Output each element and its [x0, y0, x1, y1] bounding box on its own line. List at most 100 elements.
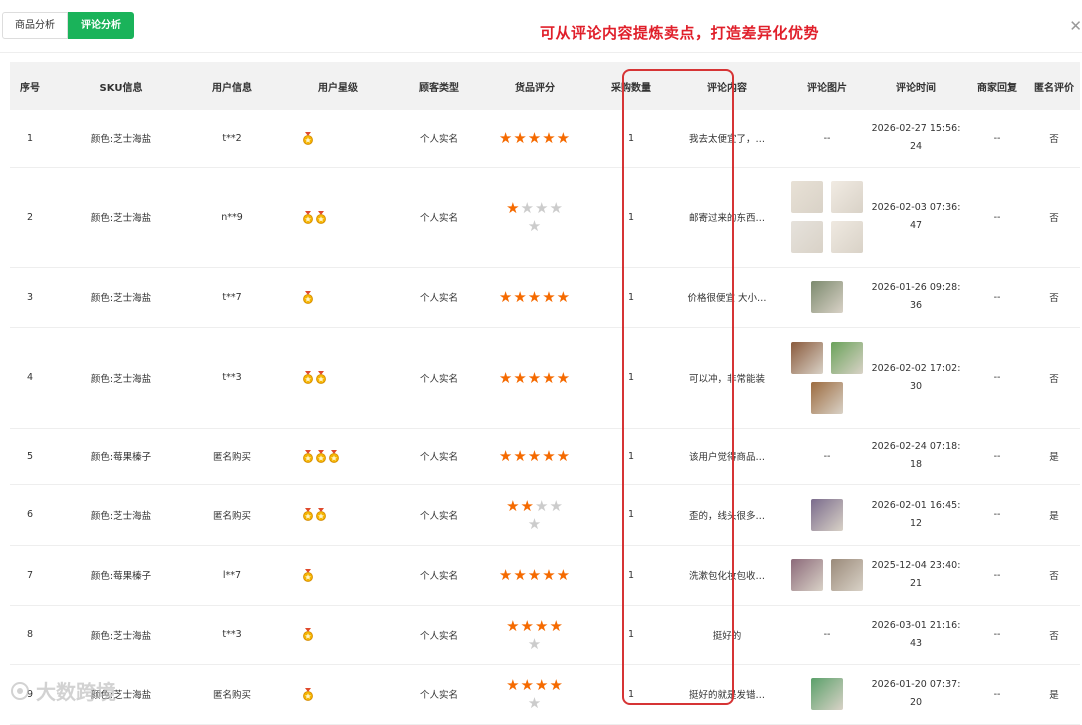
sku-info: 颜色:芝士海盐	[50, 605, 192, 665]
star-icon: ★	[556, 288, 572, 306]
star-icon: ★	[513, 129, 528, 148]
tab-product-analysis[interactable]: 商品分析	[2, 12, 68, 39]
comment-text[interactable]: 洗漱包化妆包收…	[666, 545, 788, 606]
purchase-quantity: 1	[596, 267, 666, 328]
image-list	[788, 277, 866, 317]
comment-images: --	[788, 605, 866, 665]
product-rating: ★★★★★	[474, 110, 596, 168]
close-icon[interactable]: ✕	[1069, 17, 1082, 35]
medal-icon	[316, 210, 326, 224]
annotation-headline: 可从评论内容提炼卖点，打造差异化优势	[540, 24, 820, 42]
rating-stars: ★★★★★	[474, 447, 596, 465]
star-icon: ★	[542, 288, 557, 306]
comment-images: --	[788, 428, 866, 485]
star-icon: ★	[527, 566, 543, 584]
anonymous-flag: 是	[1028, 664, 1080, 725]
review-image-thumbnail[interactable]	[831, 341, 863, 374]
comment-text[interactable]: 可以冲，非常能装	[666, 327, 788, 429]
comment-text[interactable]: 价格很便宜 大小…	[666, 267, 788, 328]
table-row: 4 颜色:芝士海盐 t**3 个人实名 ★★★★★ 1 可以冲，非常能装 2026-02-02…	[10, 327, 1080, 429]
comment-time-seconds: 24	[909, 141, 923, 153]
user-level	[272, 545, 404, 606]
comment-text[interactable]: 歪的，线头很多…	[666, 484, 788, 546]
comment-images	[788, 545, 866, 606]
comment-time-seconds: 20	[909, 697, 923, 708]
merchant-reply: --	[966, 664, 1028, 725]
purchase-quantity: 1	[596, 110, 666, 168]
merchant-reply: --	[966, 167, 1028, 268]
review-image-thumbnail[interactable]	[811, 498, 843, 531]
user-info: 匿名购买	[192, 484, 272, 546]
star-icon: ★	[535, 616, 550, 635]
comment-time-seconds: 30	[909, 380, 923, 392]
user-level	[272, 267, 404, 328]
review-image-thumbnail[interactable]	[831, 221, 863, 253]
anonymous-flag: 否	[1028, 267, 1080, 328]
image-list	[788, 495, 866, 535]
star-icon: ★	[549, 616, 564, 635]
review-image-thumbnail[interactable]	[791, 341, 823, 374]
comment-time: 2026-01-26 09:28: 36	[866, 267, 966, 328]
user-info: t**2	[192, 110, 272, 168]
comment-text[interactable]: 挺好的	[666, 605, 788, 665]
sku-info: 颜色:芝士海盐	[50, 110, 192, 168]
merchant-reply: --	[966, 605, 1028, 665]
anonymous-flag: 否	[1028, 327, 1080, 429]
sku-info: 颜色:莓果榛子	[50, 545, 192, 606]
star-icon: ★	[542, 566, 557, 584]
top-bar: 商品分析 评论分析 可从评论内容提炼卖点，打造差异化优势 ✕	[0, 0, 1082, 53]
review-image-thumbnail[interactable]	[811, 678, 843, 710]
review-image-thumbnail[interactable]	[811, 281, 843, 313]
table-row: 1 颜色:芝士海盐 t**2 个人实名 ★★★★★ 1 我去太便宜了，… -- 2026-02-…	[10, 110, 1080, 168]
star-icon: ★	[498, 566, 514, 584]
review-image-thumbnail[interactable]	[791, 181, 823, 213]
star-icon: ★	[498, 288, 514, 306]
purchase-quantity: 1	[596, 428, 666, 485]
star-icon: ★	[549, 199, 564, 217]
row-index: 2	[10, 167, 50, 268]
medal-icon	[316, 449, 326, 463]
review-image-thumbnail[interactable]	[791, 221, 823, 253]
comment-time-date: 2026-02-02 17:02:	[871, 362, 961, 374]
star-icon: ★	[556, 566, 572, 584]
comment-time: 2026-01-20 07:37: 20	[866, 664, 966, 725]
review-image-thumbnail[interactable]	[791, 559, 823, 591]
image-list	[788, 177, 866, 257]
comment-images	[788, 664, 866, 725]
col-header-time: 评论时间	[866, 62, 966, 110]
star-icon: ★	[549, 496, 564, 515]
col-header-quantity: 采购数量	[596, 62, 666, 110]
user-level	[272, 484, 404, 546]
comment-time-date: 2026-01-20 07:37:	[871, 679, 961, 690]
star-icon: ★	[527, 288, 543, 306]
star-icon: ★	[520, 676, 535, 694]
review-image-thumbnail[interactable]	[811, 381, 843, 414]
anonymous-flag: 否	[1028, 605, 1080, 665]
comment-text[interactable]: 挺好的就是发错…	[666, 664, 788, 725]
star-icon: ★	[542, 129, 557, 148]
review-image-thumbnail[interactable]	[831, 181, 863, 213]
customer-type: 个人实名	[404, 545, 474, 606]
comment-text[interactable]: 我去太便宜了，…	[666, 110, 788, 168]
star-icon: ★	[498, 368, 514, 387]
user-level	[272, 327, 404, 429]
customer-type: 个人实名	[404, 110, 474, 168]
star-icon: ★	[513, 566, 528, 584]
tab-review-analysis[interactable]: 评论分析	[68, 12, 134, 39]
col-header-images: 评论图片	[788, 62, 866, 110]
comment-time-date: 2026-02-01 16:45:	[871, 499, 961, 511]
comment-text[interactable]: 该用户觉得商品…	[666, 428, 788, 485]
col-header-comment: 评论内容	[666, 62, 788, 110]
medal-icon	[303, 290, 313, 304]
star-icon: ★	[527, 694, 543, 712]
anonymous-flag: 否	[1028, 545, 1080, 606]
user-info: l**7	[192, 545, 272, 606]
review-image-thumbnail[interactable]	[831, 559, 863, 591]
comment-text[interactable]: 邮寄过来的东西…	[666, 167, 788, 268]
comment-time-date: 2026-01-26 09:28:	[871, 282, 961, 293]
anonymous-flag: 否	[1028, 110, 1080, 168]
star-icon: ★	[556, 447, 572, 465]
comment-images: --	[788, 110, 866, 168]
comment-time: 2026-02-01 16:45: 12	[866, 484, 966, 546]
table-row: 8 颜色:芝士海盐 t**3 个人实名 ★★★★ ★ 1 挺好的 -- 2026-03-01 21…	[10, 605, 1080, 665]
